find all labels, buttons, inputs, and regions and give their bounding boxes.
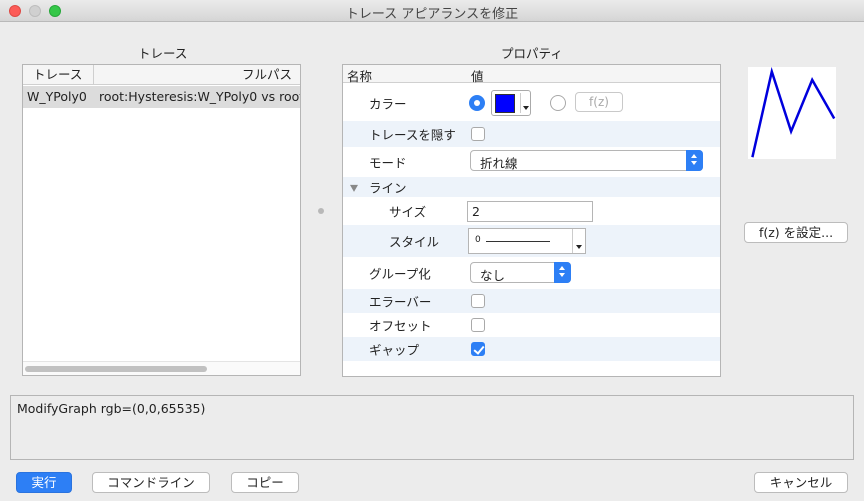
command-line-button[interactable]: コマンドライン (92, 472, 210, 493)
command-text-area[interactable]: ModifyGraph rgb=(0,0,65535) (10, 395, 854, 460)
splitter-handle[interactable] (318, 208, 324, 214)
hide-trace-checkbox[interactable] (471, 127, 485, 141)
size-input[interactable]: 2 (467, 201, 593, 222)
property-row-hide-trace: トレースを隠す (343, 121, 720, 147)
size-value: 2 (472, 204, 480, 219)
color-picker-button[interactable] (491, 90, 531, 116)
horizontal-scrollbar[interactable] (23, 361, 300, 375)
grouping-value: なし (480, 268, 506, 283)
gap-label: ギャップ (369, 342, 420, 358)
color-constant-radio[interactable] (469, 95, 485, 111)
color-swatch (495, 94, 515, 113)
size-label: サイズ (389, 204, 427, 220)
color-picker-separator (520, 93, 521, 113)
property-row-errorbar: エラーバー (343, 289, 720, 313)
line-style-sample (486, 241, 550, 242)
line-group-label: ライン (369, 180, 407, 196)
mode-stepper-icon (686, 150, 703, 171)
trace-row[interactable]: W_YPoly0 root:Hysteresis:W_YPoly0 vs roo… (23, 86, 300, 108)
property-row-style: スタイル 0 (343, 225, 720, 257)
gap-checkbox[interactable] (471, 342, 485, 356)
set-fz-button[interactable]: f(z) を設定... (744, 222, 848, 243)
color-dropdown-arrow-icon (523, 106, 529, 110)
trace-preview (748, 66, 836, 159)
scrollbar-thumb[interactable] (25, 366, 207, 372)
traces-section-label: トレース (138, 46, 188, 61)
errorbar-checkbox[interactable] (471, 294, 485, 308)
property-row-line-group[interactable]: ライン (343, 177, 720, 197)
title-bar: トレース アピアランスを修正 (0, 0, 864, 22)
offset-label: オフセット (369, 318, 432, 334)
line-style-number: 0 (475, 235, 481, 245)
property-row-offset: オフセット (343, 313, 720, 337)
column-header-fullpath[interactable]: フルパス (95, 65, 300, 85)
hide-trace-label: トレースを隠す (369, 127, 456, 143)
mode-value: 折れ線 (480, 156, 518, 171)
property-row-size: サイズ 2 (343, 197, 720, 225)
trace-name: W_YPoly0 (27, 89, 87, 104)
column-header-trace[interactable]: トレース (23, 65, 94, 85)
errorbar-label: エラーバー (369, 294, 432, 310)
preview-trace-line (751, 66, 836, 158)
properties-header: 名称 値 (343, 65, 720, 84)
mode-popup[interactable]: 折れ線 (470, 150, 703, 171)
color-fz-radio[interactable] (550, 95, 566, 111)
property-row-gap: ギャップ (343, 337, 720, 361)
execute-button[interactable]: 実行 (16, 472, 72, 493)
trace-preview-graphic (751, 66, 836, 158)
column-header-value: 値 (471, 69, 484, 84)
traces-list[interactable]: トレース フルパス W_YPoly0 root:Hysteresis:W_YPo… (22, 64, 301, 376)
grouping-label: グループ化 (369, 266, 431, 282)
property-row-mode: モード 折れ線 (343, 147, 720, 177)
properties-section-label: プロパティ (501, 46, 563, 61)
traces-list-header: トレース フルパス (23, 65, 300, 85)
modify-trace-appearance-window: トレース アピアランスを修正 トレース トレース フルパス W_YPoly0 r… (0, 0, 864, 501)
disclosure-triangle-icon[interactable] (350, 184, 358, 192)
column-header-name: 名称 (347, 69, 373, 84)
line-style-popup[interactable]: 0 (468, 228, 586, 254)
trace-fullpath: root:Hysteresis:W_YPoly0 vs root (99, 89, 300, 104)
property-row-color: カラー f(z) (343, 85, 720, 121)
style-label: スタイル (389, 234, 440, 250)
property-row-grouping: グループ化 なし (343, 257, 720, 289)
color-fz-button[interactable]: f(z) (575, 92, 623, 112)
offset-checkbox[interactable] (471, 318, 485, 332)
line-style-separator (572, 229, 573, 253)
line-style-dropdown-arrow-icon (576, 245, 582, 249)
window-title: トレース アピアランスを修正 (345, 7, 519, 22)
command-text: ModifyGraph rgb=(0,0,65535) (17, 401, 206, 416)
color-label: カラー (369, 96, 407, 112)
copy-button[interactable]: コピー (231, 472, 299, 493)
grouping-popup[interactable]: なし (470, 262, 571, 283)
grouping-stepper-icon (554, 262, 571, 283)
mode-label: モード (369, 155, 407, 171)
properties-table: 名称 値 カラー f(z) トレースを隠す モード 折れ線 ライン サイズ 2 … (342, 64, 721, 377)
cancel-button[interactable]: キャンセル (754, 472, 848, 493)
